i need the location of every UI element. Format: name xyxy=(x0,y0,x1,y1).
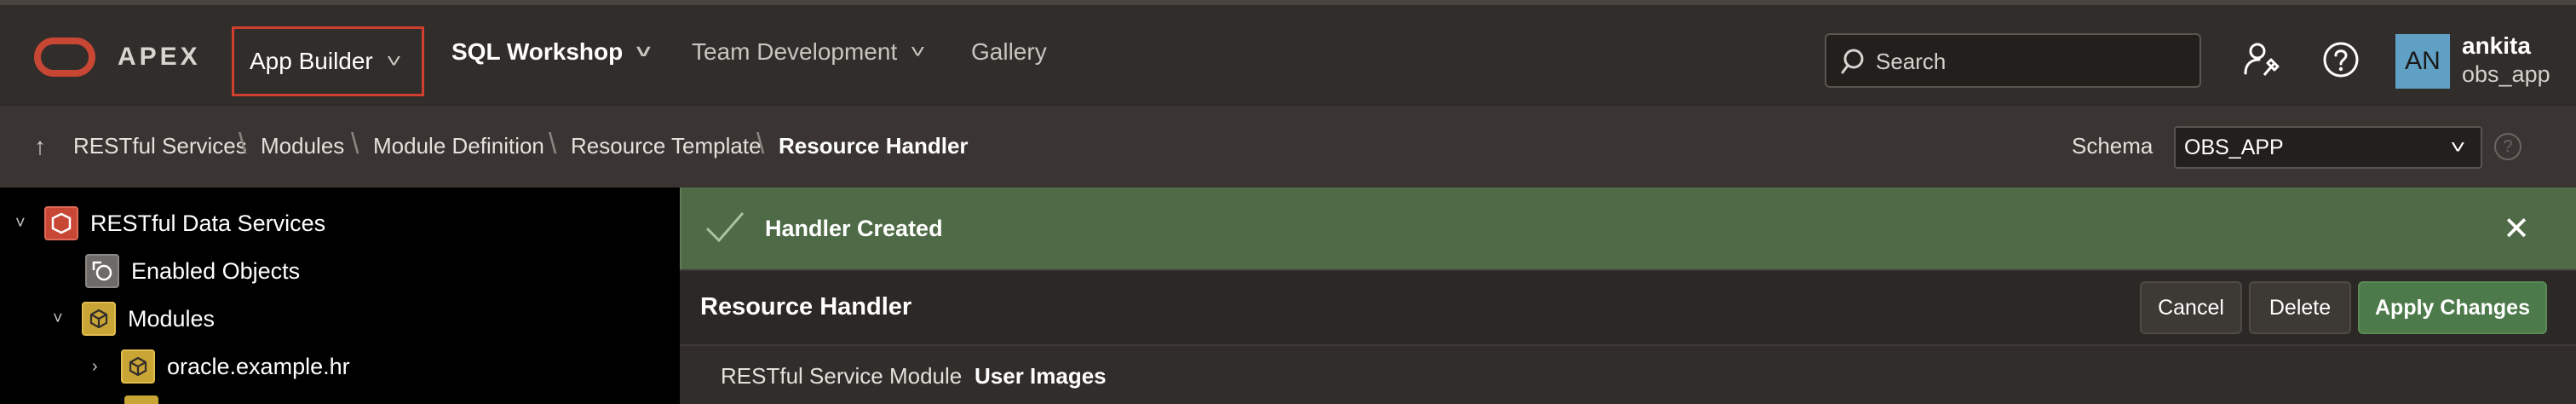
module-icon xyxy=(121,349,155,384)
user-name[interactable]: ankita xyxy=(2462,32,2531,60)
user-avatar[interactable]: AN xyxy=(2395,34,2450,89)
region-title: Resource Handler xyxy=(700,293,912,320)
schema-help-icon[interactable]: ? xyxy=(2494,133,2521,160)
apex-logo-text[interactable]: APEX xyxy=(118,43,201,72)
restful-service-module-value: User Images xyxy=(975,363,1107,389)
tree-node-restful-data-services[interactable]: ˅ RESTful Data Services xyxy=(15,206,325,240)
nav-sql-workshop-label: SQL Workshop xyxy=(451,38,624,65)
breadcrumb-modules[interactable]: Modules xyxy=(261,133,344,159)
chevron-down-icon: ˅ xyxy=(635,41,652,62)
up-arrow-icon[interactable]: ↑ xyxy=(34,133,46,160)
check-icon xyxy=(705,212,745,243)
schema-label: Schema xyxy=(2072,133,2153,159)
search-icon xyxy=(1841,49,1864,74)
help-icon[interactable] xyxy=(2320,39,2361,80)
tree-node-label: Modules xyxy=(128,305,216,332)
nav-sql-workshop[interactable]: SQL Workshop ˅ xyxy=(451,29,652,75)
restful-services-icon xyxy=(44,206,78,240)
chevron-down-icon: ˅ xyxy=(910,41,926,62)
delete-button[interactable]: Delete xyxy=(2249,281,2351,334)
search-field[interactable] xyxy=(1825,33,2201,88)
top-navigation-bar: APEX App Builder ˅ SQL Workshop ˅ Team D… xyxy=(0,0,2576,104)
breadcrumb-separator: \ xyxy=(756,128,765,160)
tree-node-label: oracle.example.hr xyxy=(167,353,350,379)
tree-node-module-item[interactable]: › oracle.example.hr xyxy=(92,349,350,384)
search-input[interactable] xyxy=(1874,43,2193,79)
breadcrumb-separator: \ xyxy=(351,128,359,160)
notification-message: Handler Created xyxy=(765,216,943,241)
breadcrumb-module-definition[interactable]: Module Definition xyxy=(373,133,544,159)
restful-service-module-label: RESTful Service Module xyxy=(721,363,963,389)
success-notification: Handler Created ✕ xyxy=(680,188,2576,269)
breadcrumb-restful-services[interactable]: RESTful Services xyxy=(73,133,247,159)
nav-gallery-label: Gallery xyxy=(971,38,1047,65)
breadcrumb-separator: \ xyxy=(549,128,557,160)
chevron-down-icon[interactable]: ˅ xyxy=(53,309,72,329)
tree-node-modules[interactable]: ˅ Modules xyxy=(53,302,215,336)
breadcrumb-separator: \ xyxy=(239,128,247,160)
tree-node-enabled-objects[interactable]: Enabled Objects xyxy=(56,254,300,288)
chevron-right-icon[interactable]: › xyxy=(92,357,111,377)
nav-app-builder[interactable]: App Builder ˅ xyxy=(232,26,424,96)
enabled-objects-icon xyxy=(85,254,119,288)
restful-services-tree: ˅ RESTful Data Services Enabled Objects … xyxy=(0,188,680,404)
schema-select-value: OBS_APP xyxy=(2184,136,2284,159)
resource-handler-region-header: Resource Handler Cancel Delete Apply Cha… xyxy=(680,269,2576,346)
breadcrumb-resource-template[interactable]: Resource Template xyxy=(571,133,762,159)
nav-team-development[interactable]: Team Development ˅ xyxy=(692,29,926,75)
chevron-down-icon: ˅ xyxy=(386,50,402,72)
modules-icon xyxy=(82,302,116,336)
schema-select[interactable]: OBS_APP ˅ xyxy=(2174,126,2482,169)
tree-node-label: Enabled Objects xyxy=(131,257,301,284)
main-content: Handler Created ✕ Resource Handler Cance… xyxy=(680,188,2576,404)
chevron-down-icon: ˅ xyxy=(2450,136,2466,158)
tree-node-label: RESTful Data Services xyxy=(90,210,326,236)
nav-app-builder-label: App Builder xyxy=(250,48,373,74)
admin-wrench-icon[interactable] xyxy=(2242,39,2283,80)
nav-team-development-label: Team Development xyxy=(692,38,898,65)
module-icon xyxy=(124,395,158,404)
nav-gallery[interactable]: Gallery xyxy=(971,29,1047,75)
cancel-button[interactable]: Cancel xyxy=(2140,281,2242,334)
user-workspace: obs_app xyxy=(2462,61,2550,87)
apply-changes-button[interactable]: Apply Changes xyxy=(2358,281,2547,334)
close-icon[interactable]: ✕ xyxy=(2503,210,2530,248)
breadcrumb-bar: ↑ RESTful Services \ Modules \ Module De… xyxy=(0,104,2576,189)
oracle-logo-icon[interactable] xyxy=(34,38,95,77)
breadcrumb-resource-handler: Resource Handler xyxy=(779,133,969,159)
chevron-down-icon[interactable]: ˅ xyxy=(15,214,34,234)
